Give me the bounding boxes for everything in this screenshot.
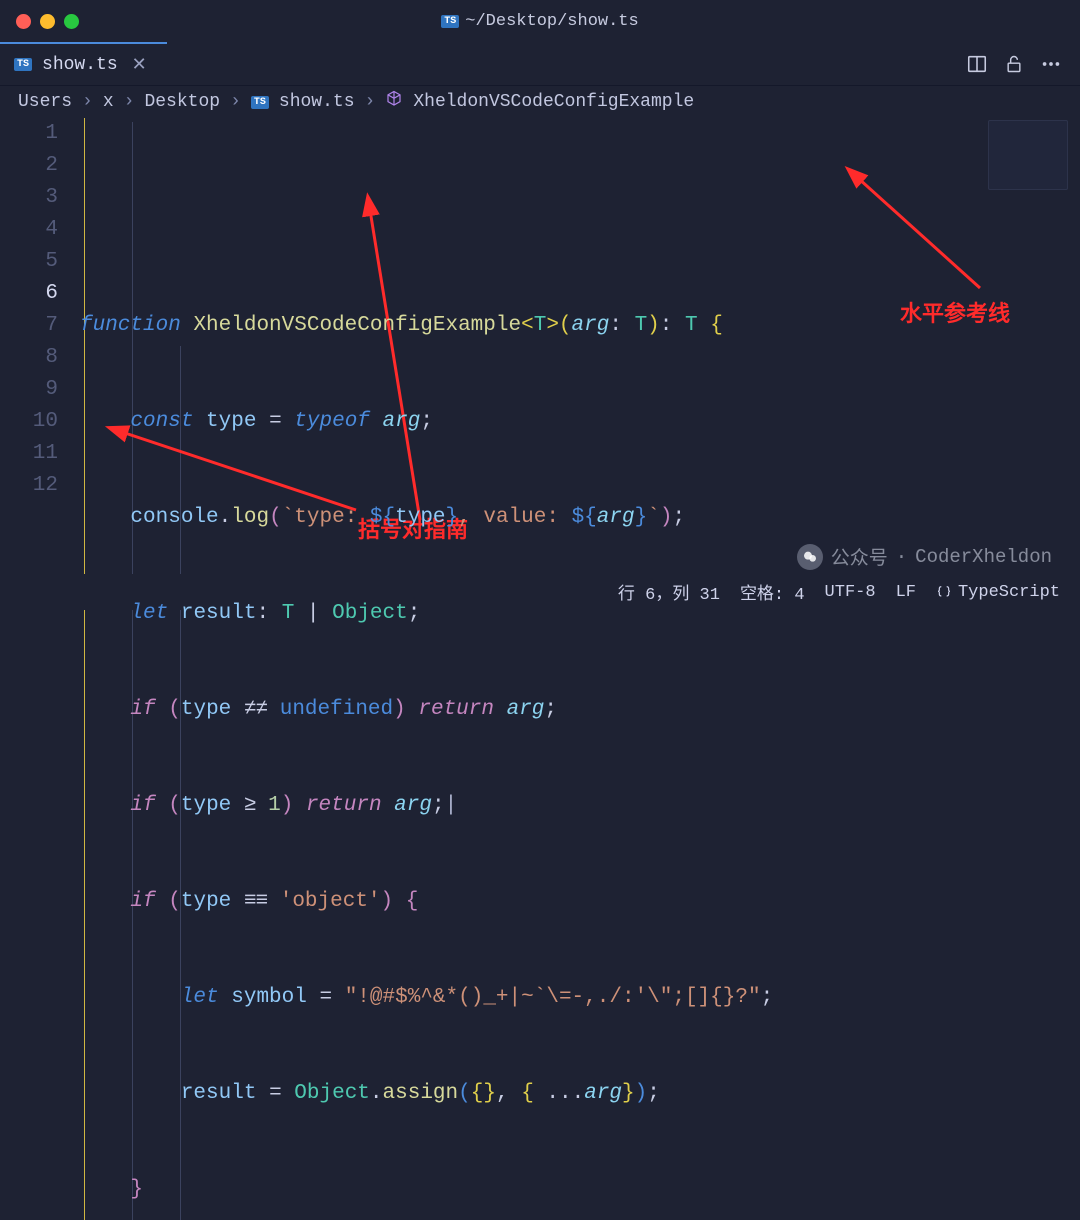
code-line: const type = typeof arg;	[80, 406, 1080, 438]
status-language[interactable]: TypeScript	[936, 583, 1060, 602]
tab-bar: TS show.ts ✕	[0, 42, 1080, 86]
code-line: if (type ≠≠ undefined) return arg;	[80, 694, 1080, 726]
code-line-active: if (type ≥ 1) return arg;|	[80, 790, 1080, 822]
more-actions-icon[interactable]	[1040, 53, 1062, 75]
watermark-label: 公众号	[831, 543, 888, 570]
editor-tab-showts[interactable]: TS show.ts ✕	[0, 42, 167, 85]
text-cursor: |	[445, 794, 458, 817]
line-number: 6	[0, 278, 58, 310]
status-indentation[interactable]: 空格: 4	[740, 579, 805, 605]
status-eol[interactable]: LF	[896, 583, 916, 602]
indent-guide	[132, 122, 133, 1220]
code-line: let symbol = "!@#$%^&*()_+|~`\=-,./:'\";…	[80, 982, 1080, 1014]
breadcrumb-segment[interactable]: Users	[18, 92, 72, 112]
minimap[interactable]	[988, 120, 1068, 190]
watermark-sep: ·	[896, 546, 907, 568]
tab-filename: show.ts	[42, 55, 118, 75]
chevron-right-icon: ›	[124, 92, 135, 112]
code-line: }	[80, 1174, 1080, 1206]
line-number: 8	[0, 342, 58, 374]
window-title: TS ~/Desktop/show.ts	[0, 12, 1080, 31]
code-content[interactable]: function XheldonVSCodeConfigExample<T>(a…	[80, 118, 1080, 1220]
line-number: 2	[0, 150, 58, 182]
breadcrumb[interactable]: Users › x › Desktop › TS show.ts › Xheld…	[0, 86, 1080, 118]
window-title-text: ~/Desktop/show.ts	[465, 12, 638, 31]
chevron-right-icon: ›	[82, 92, 93, 112]
line-number: 5	[0, 246, 58, 278]
breadcrumb-symbol[interactable]: XheldonVSCodeConfigExample	[413, 92, 694, 112]
line-number-gutter: 1 2 3 4 5 6 7 8 9 10 11 12	[0, 118, 80, 1220]
watermark-name: CoderXheldon	[915, 546, 1052, 568]
watermark: 公众号 · CoderXheldon	[797, 543, 1052, 570]
editor-top-actions	[966, 42, 1080, 85]
code-editor[interactable]: 1 2 3 4 5 6 7 8 9 10 11 12 function Xhel…	[0, 118, 1080, 1220]
line-number: 9	[0, 374, 58, 406]
close-tab-icon[interactable]: ✕	[128, 54, 151, 76]
line-number: 4	[0, 214, 58, 246]
code-line: result = Object.assign({}, { ...arg});	[80, 1078, 1080, 1110]
window-titlebar: TS ~/Desktop/show.ts	[0, 0, 1080, 42]
chevron-right-icon: ›	[365, 92, 376, 112]
breadcrumb-segment[interactable]: x	[103, 92, 114, 112]
code-line: if (type ≡≡ 'object') {	[80, 886, 1080, 918]
line-number: 10	[0, 406, 58, 438]
indent-guide	[84, 118, 85, 1220]
breadcrumb-file[interactable]: show.ts	[279, 92, 355, 112]
line-number: 3	[0, 182, 58, 214]
status-language-label: TypeScript	[958, 583, 1060, 602]
wechat-icon	[797, 544, 823, 570]
split-editor-icon[interactable]	[966, 53, 988, 75]
readonly-lock-icon[interactable]	[1004, 53, 1024, 75]
line-number: 11	[0, 438, 58, 470]
ts-file-icon: TS	[441, 15, 459, 28]
symbol-icon	[385, 90, 403, 114]
line-number: 1	[0, 118, 58, 150]
chevron-right-icon: ›	[230, 92, 241, 112]
status-encoding[interactable]: UTF-8	[825, 583, 876, 602]
ts-file-icon: TS	[251, 96, 269, 109]
line-number: 7	[0, 310, 58, 342]
braces-icon	[936, 584, 952, 600]
code-line: console.log(`type: ${type}, value: ${arg…	[80, 502, 1080, 534]
ts-file-icon: TS	[14, 58, 32, 71]
breadcrumb-segment[interactable]: Desktop	[144, 92, 220, 112]
code-line: function XheldonVSCodeConfigExample<T>(a…	[80, 310, 1080, 342]
line-number: 12	[0, 470, 58, 502]
status-cursor-position[interactable]: 行 6，列 31	[618, 579, 720, 605]
